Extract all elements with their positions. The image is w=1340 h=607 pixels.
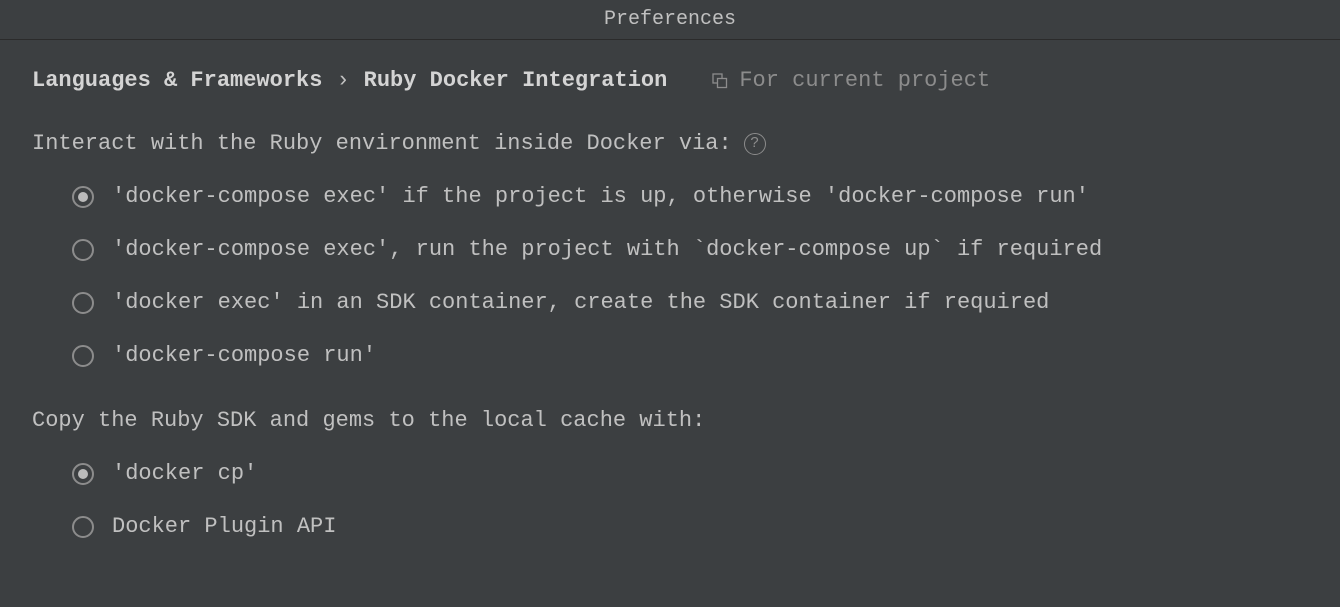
radio-button[interactable]	[72, 239, 94, 261]
scope-indicator: For current project	[711, 68, 990, 93]
interact-section-label: Interact with the Ruby environment insid…	[32, 131, 1308, 156]
radio-label: 'docker cp'	[112, 461, 257, 486]
copy-label-text: Copy the Ruby SDK and gems to the local …	[32, 408, 705, 433]
radio-docker-plugin-api[interactable]: Docker Plugin API	[72, 514, 1308, 539]
breadcrumb-parent[interactable]: Languages & Frameworks	[32, 68, 322, 93]
radio-docker-compose-exec-up[interactable]: 'docker-compose exec', run the project w…	[72, 237, 1308, 262]
radio-button[interactable]	[72, 186, 94, 208]
interact-label-text: Interact with the Ruby environment insid…	[32, 131, 732, 156]
radio-label: 'docker-compose exec' if the project is …	[112, 184, 1089, 209]
radio-docker-compose-run[interactable]: 'docker-compose run'	[72, 343, 1308, 368]
radio-button[interactable]	[72, 516, 94, 538]
radio-button[interactable]	[72, 345, 94, 367]
copy-radio-group: 'docker cp' Docker Plugin API	[72, 461, 1308, 539]
radio-button[interactable]	[72, 292, 94, 314]
preferences-content: Languages & Frameworks › Ruby Docker Int…	[0, 40, 1340, 607]
header-row: Languages & Frameworks › Ruby Docker Int…	[32, 68, 1308, 93]
radio-button[interactable]	[72, 463, 94, 485]
radio-docker-exec-sdk[interactable]: 'docker exec' in an SDK container, creat…	[72, 290, 1308, 315]
radio-label: 'docker exec' in an SDK container, creat…	[112, 290, 1049, 315]
breadcrumb-current: Ruby Docker Integration	[364, 68, 668, 93]
radio-label: Docker Plugin API	[112, 514, 336, 539]
copy-section-label: Copy the Ruby SDK and gems to the local …	[32, 408, 1308, 433]
interact-radio-group: 'docker-compose exec' if the project is …	[72, 184, 1308, 368]
radio-docker-cp[interactable]: 'docker cp'	[72, 461, 1308, 486]
chevron-right-icon: ›	[336, 68, 349, 93]
project-scope-icon	[711, 72, 729, 90]
window-title: Preferences	[604, 8, 736, 31]
scope-label: For current project	[739, 68, 990, 93]
help-icon[interactable]: ?	[744, 133, 766, 155]
radio-label: 'docker-compose exec', run the project w…	[112, 237, 1102, 262]
radio-docker-compose-exec-or-run[interactable]: 'docker-compose exec' if the project is …	[72, 184, 1308, 209]
window-titlebar: Preferences	[0, 0, 1340, 40]
breadcrumb: Languages & Frameworks › Ruby Docker Int…	[32, 68, 667, 93]
radio-label: 'docker-compose run'	[112, 343, 376, 368]
